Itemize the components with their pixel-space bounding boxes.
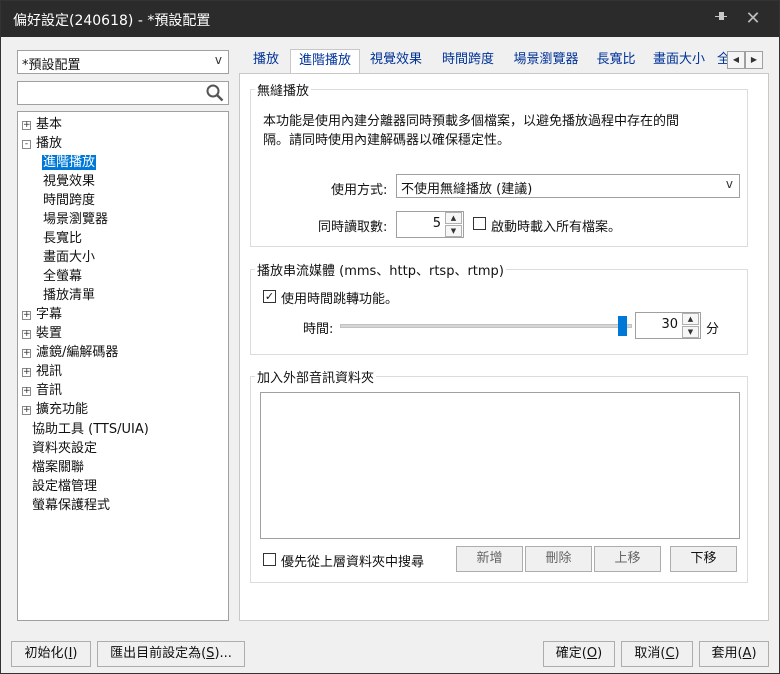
concurrent-stepper[interactable]: 5 ▲ ▼ — [396, 211, 464, 238]
tree-item-profile-management[interactable]: 設定檔管理 — [32, 478, 97, 496]
gapless-group-title: 無縫播放 — [255, 80, 312, 99]
expand-icon[interactable]: + — [22, 311, 31, 320]
tree-item-subtitles[interactable]: + 字幕 — [22, 306, 62, 324]
tree-item-screensaver[interactable]: 螢幕保護程式 — [32, 497, 110, 515]
search-parent-label[interactable]: 優先從上層資料夾中搜尋 — [281, 551, 424, 570]
tab-advanced-playback[interactable]: 進階播放 — [290, 49, 360, 74]
load-all-label[interactable]: 啟動時載入所有檔案。 — [491, 216, 621, 235]
tree-item-folder-settings[interactable]: 資料夾設定 — [32, 440, 97, 458]
time-label: 時間: — [303, 322, 334, 337]
time-value: 30 — [661, 317, 678, 332]
tab-aspect-ratio[interactable]: 長寬比 — [590, 49, 642, 73]
chevron-down-icon: v — [725, 177, 733, 191]
time-slider-track[interactable] — [340, 324, 632, 328]
tree-item-accessibility[interactable]: 協助工具 (TTS/UIA) — [32, 421, 149, 439]
settings-tree: + 基本 - 播放 進階播放 視覺效果 時間跨度 場景瀏覽器 長寬比 畫面大小 … — [17, 111, 229, 621]
tab-screen-size[interactable]: 畫面大小 — [647, 49, 711, 73]
tree-item-filters-codecs[interactable]: + 濾鏡/編解碼器 — [22, 344, 118, 362]
seek-checkbox[interactable]: ✓ — [263, 290, 276, 303]
audio-folder-list[interactable] — [260, 392, 740, 539]
profile-select[interactable]: *預設配置 v — [17, 50, 229, 74]
cancel-button[interactable]: 取消(C) — [621, 641, 693, 667]
tab-playback[interactable]: 播放 — [247, 49, 285, 73]
gapless-description-line2: 隔。請同時使用內建解碼器以確保穩定性。 — [263, 133, 511, 148]
profile-select-value: *預設配置 — [22, 58, 81, 73]
tree-item-scene-browser[interactable]: 場景瀏覽器 — [43, 211, 108, 229]
seek-label[interactable]: 使用時間跳轉功能。 — [281, 288, 398, 307]
tab-time-span[interactable]: 時間跨度 — [435, 49, 501, 73]
settings-panel: 無縫播放 本功能是使用內建分離器同時預載多個檔案，以避免播放過程中存在的間 隔。… — [239, 73, 769, 621]
tree-item-basic[interactable]: + 基本 — [22, 116, 62, 134]
ok-button[interactable]: 確定(O) — [543, 641, 615, 667]
tree-item-playlist[interactable]: 播放清單 — [43, 287, 95, 305]
tree-item-audio[interactable]: + 音訊 — [22, 382, 62, 400]
gapless-description-line1: 本功能是使用內建分離器同時預載多個檔案，以避免播放過程中存在的間 — [263, 114, 680, 129]
expand-icon[interactable]: + — [22, 121, 31, 130]
tab-scene-browser[interactable]: 場景瀏覽器 — [506, 49, 586, 73]
time-slider-thumb[interactable] — [618, 316, 627, 336]
expand-icon[interactable]: + — [22, 330, 31, 339]
window-title: 偏好設定(240618) - *預設配置 — [13, 13, 211, 29]
tree-item-video[interactable]: + 視訊 — [22, 363, 62, 381]
external-audio-group-title: 加入外部音訊資料夾 — [255, 367, 377, 386]
export-settings-button[interactable]: 匯出目前設定為(S)... — [97, 641, 245, 667]
move-up-button[interactable]: 上移 — [594, 546, 661, 572]
expand-icon[interactable]: + — [22, 387, 31, 396]
initialize-button[interactable]: 初始化(I) — [11, 641, 91, 667]
apply-button[interactable]: 套用(A) — [699, 641, 769, 667]
collapse-icon[interactable]: - — [22, 140, 31, 149]
preferences-window: 偏好設定(240618) - *預設配置 ✕ *預設配置 v + 基本 - 播放… — [0, 0, 780, 674]
gapless-mode-label: 使用方式: — [331, 183, 388, 198]
tree-item-playback[interactable]: - 播放 — [22, 135, 62, 153]
tab-scroll-left-icon[interactable]: ◀ — [727, 51, 745, 69]
expand-icon[interactable]: + — [22, 368, 31, 377]
time-unit: 分 — [706, 322, 720, 337]
gapless-mode-value: 不使用無縫播放 (建議) — [401, 182, 533, 197]
tree-item-file-associations[interactable]: 檔案關聯 — [32, 459, 84, 477]
streaming-group-title: 播放串流媒體 (mms、http、rtsp、rtmp) — [255, 260, 506, 279]
streaming-group: 播放串流媒體 (mms、http、rtsp、rtmp) ✓ 使用時間跳轉功能。 … — [250, 260, 748, 355]
tree-item-screen-size[interactable]: 畫面大小 — [43, 249, 95, 267]
tree-item-advanced-playback[interactable]: 進階播放 — [42, 154, 97, 172]
pin-icon[interactable] — [709, 7, 733, 31]
gapless-group: 無縫播放 本功能是使用內建分離器同時預載多個檔案，以避免播放過程中存在的間 隔。… — [250, 80, 748, 247]
tree-item-visual-effects[interactable]: 視覺效果 — [43, 173, 95, 191]
concurrent-label: 同時讀取數: — [318, 220, 388, 235]
tree-item-extensions[interactable]: + 擴充功能 — [22, 401, 88, 419]
tree-item-fullscreen[interactable]: 全螢幕 — [43, 268, 82, 286]
stepper-down-icon[interactable]: ▼ — [682, 326, 699, 338]
expand-icon[interactable]: + — [22, 406, 31, 415]
external-audio-group: 加入外部音訊資料夾 優先從上層資料夾中搜尋 新增 刪除 上移 下移 — [250, 367, 748, 583]
tab-visual-effects[interactable]: 視覺效果 — [363, 49, 429, 73]
tab-scroll-right-icon[interactable]: ▶ — [745, 51, 763, 69]
chevron-down-icon: v — [214, 53, 222, 67]
tab-fullscreen-partial[interactable]: 全 — [717, 49, 727, 73]
gapless-mode-select[interactable]: 不使用無縫播放 (建議) v — [396, 174, 740, 198]
search-icon[interactable] — [206, 84, 224, 102]
title-bar: 偏好設定(240618) - *預設配置 ✕ — [1, 1, 779, 37]
stepper-down-icon[interactable]: ▼ — [445, 225, 462, 237]
stepper-up-icon[interactable]: ▲ — [445, 212, 462, 224]
add-button[interactable]: 新增 — [456, 546, 523, 572]
close-icon[interactable]: ✕ — [739, 7, 767, 31]
expand-icon[interactable]: + — [22, 349, 31, 358]
load-all-checkbox[interactable] — [473, 217, 486, 230]
move-down-button[interactable]: 下移 — [670, 546, 737, 572]
tree-item-devices[interactable]: + 裝置 — [22, 325, 62, 343]
concurrent-value: 5 — [432, 216, 441, 231]
delete-button[interactable]: 刪除 — [525, 546, 592, 572]
search-parent-checkbox[interactable] — [263, 553, 276, 566]
tree-item-aspect-ratio[interactable]: 長寬比 — [43, 230, 82, 248]
stepper-up-icon[interactable]: ▲ — [682, 313, 699, 325]
time-stepper[interactable]: 30 ▲ ▼ — [635, 312, 701, 339]
search-input[interactable] — [17, 81, 229, 105]
tree-item-time-span[interactable]: 時間跨度 — [43, 192, 95, 210]
